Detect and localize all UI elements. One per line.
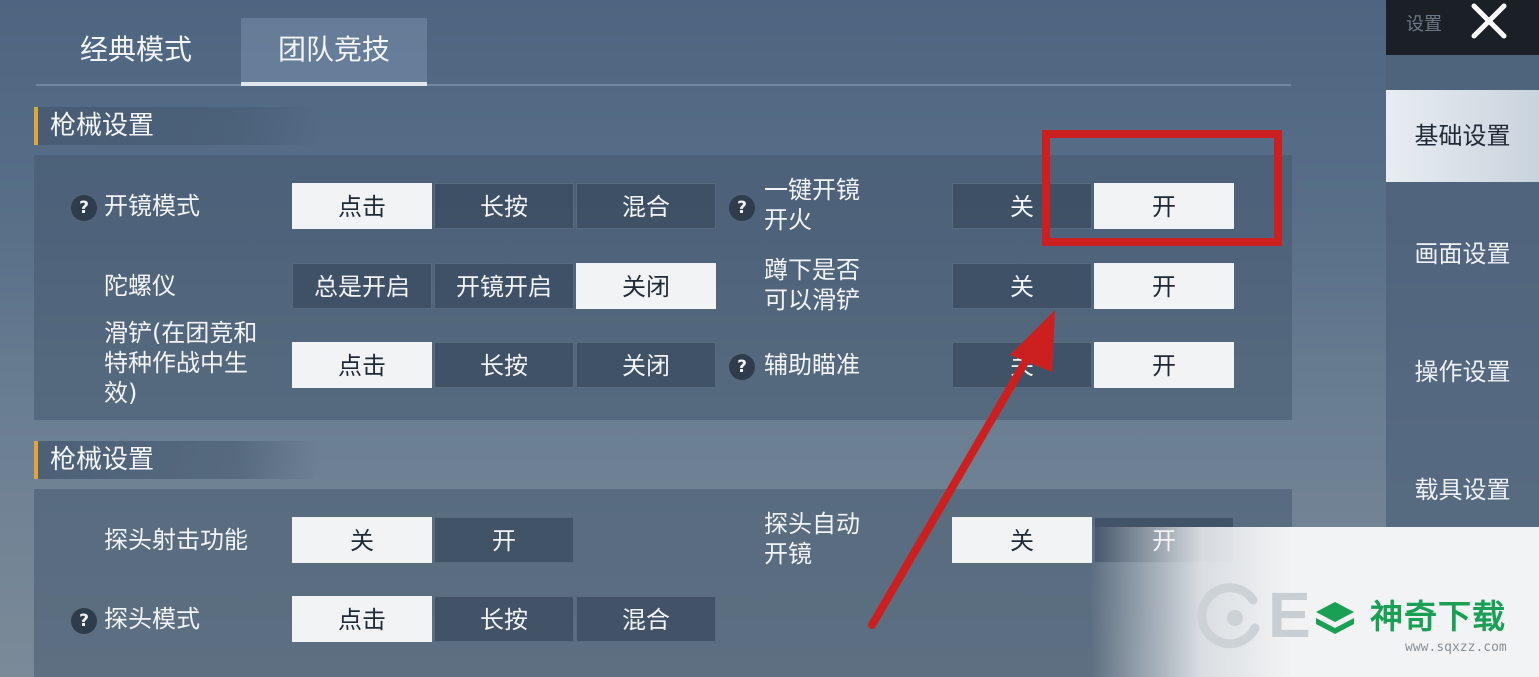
slide-hold-button[interactable]: 长按 xyxy=(434,342,574,388)
slide-selector: 点击 长按 关闭 xyxy=(292,342,716,388)
gyro-scope-on-button[interactable]: 开镜开启 xyxy=(434,263,574,309)
section-title-weapon-2: 枪械设置 xyxy=(34,441,319,479)
close-icon[interactable] xyxy=(1466,0,1514,44)
watermark-logo-icon xyxy=(1316,602,1354,634)
label-line: 一键开镜 xyxy=(764,176,860,204)
sidebar-item-control-settings[interactable]: 操作设置 xyxy=(1386,326,1539,418)
annotation-arrow xyxy=(868,310,1055,629)
crouch-slide-label: 蹲下是否 可以滑铲 xyxy=(764,255,860,315)
sidebar-item-vehicle-settings[interactable]: 载具设置 xyxy=(1386,444,1539,536)
sidebar-item-basic-settings[interactable]: 基础设置 xyxy=(1386,90,1539,182)
mode-tabs: 经典模式 团队竞技 xyxy=(36,18,1291,86)
scope-mode-label: 开镜模式 xyxy=(104,192,200,220)
label-line: 特种作战中生 xyxy=(104,349,248,377)
one-key-scope-fire-label: 一键开镜 开火 xyxy=(764,175,860,235)
label-line: 探头自动 xyxy=(764,510,860,538)
peek-fire-on-button[interactable]: 开 xyxy=(434,517,574,563)
label-line: 蹲下是否 xyxy=(764,256,860,284)
help-icon[interactable]: ? xyxy=(729,195,755,221)
peek-mode-label: 探头模式 xyxy=(104,605,200,633)
sidebar-header-label: 设置 xyxy=(1406,14,1442,35)
help-icon[interactable]: ? xyxy=(729,354,755,380)
gyro-label: 陀螺仪 xyxy=(104,272,176,300)
watermark-brand: 神奇下载 xyxy=(1370,597,1506,636)
slide-tap-button[interactable]: 点击 xyxy=(292,342,432,388)
scope-mode-tap-button[interactable]: 点击 xyxy=(292,183,432,229)
peek-mode-mixed-button[interactable]: 混合 xyxy=(576,596,716,642)
section-title-weapon-1: 枪械设置 xyxy=(34,107,319,145)
label-line: 滑铲(在团竞和 xyxy=(104,319,258,347)
help-icon[interactable]: ? xyxy=(71,608,97,634)
peek-fire-off-button[interactable]: 关 xyxy=(292,517,432,563)
watermark-letter: E xyxy=(1268,579,1311,651)
slide-off-button[interactable]: 关闭 xyxy=(576,342,716,388)
slide-label: 滑铲(在团竞和 特种作战中生 效) xyxy=(104,318,257,408)
scope-mode-hold-button[interactable]: 长按 xyxy=(434,183,574,229)
gyro-selector: 总是开启 开镜开启 关闭 xyxy=(292,263,716,309)
crouch-slide-on-button[interactable]: 开 xyxy=(1094,263,1234,309)
gyro-off-button[interactable]: 关闭 xyxy=(576,263,716,309)
gyro-always-on-button[interactable]: 总是开启 xyxy=(292,263,432,309)
peek-fire-label: 探头射击功能 xyxy=(104,526,248,554)
peek-mode-hold-button[interactable]: 长按 xyxy=(434,596,574,642)
help-icon[interactable]: ? xyxy=(71,195,97,221)
label-line: 效) xyxy=(104,379,138,407)
label-line: 开镜 xyxy=(764,540,812,568)
sidebar-item-display-settings[interactable]: 画面设置 xyxy=(1386,208,1539,300)
label-line: 开火 xyxy=(764,206,812,234)
tab-active-underline xyxy=(241,82,427,86)
peek-auto-scope-label: 探头自动 开镜 xyxy=(764,509,860,569)
tab-team-deathmatch[interactable]: 团队竞技 xyxy=(241,18,427,84)
peek-mode-tap-button[interactable]: 点击 xyxy=(292,596,432,642)
peek-fire-toggle: 关 开 xyxy=(292,517,574,563)
aim-assist-label: 辅助瞄准 xyxy=(764,351,860,379)
annotation-box xyxy=(1042,130,1282,246)
tab-classic-mode[interactable]: 经典模式 xyxy=(36,18,236,84)
watermark-url: www.sqxzz.com xyxy=(1405,640,1507,655)
scope-mode-selector: 点击 长按 混合 xyxy=(292,183,716,229)
scope-mode-mixed-button[interactable]: 混合 xyxy=(576,183,716,229)
peek-mode-selector: 点击 长按 混合 xyxy=(292,596,716,642)
sidebar-header: 设置 xyxy=(1386,0,1539,55)
label-line: 可以滑铲 xyxy=(764,286,860,314)
watermark-swirl-icon xyxy=(1197,583,1260,649)
aim-assist-on-button[interactable]: 开 xyxy=(1094,342,1234,388)
